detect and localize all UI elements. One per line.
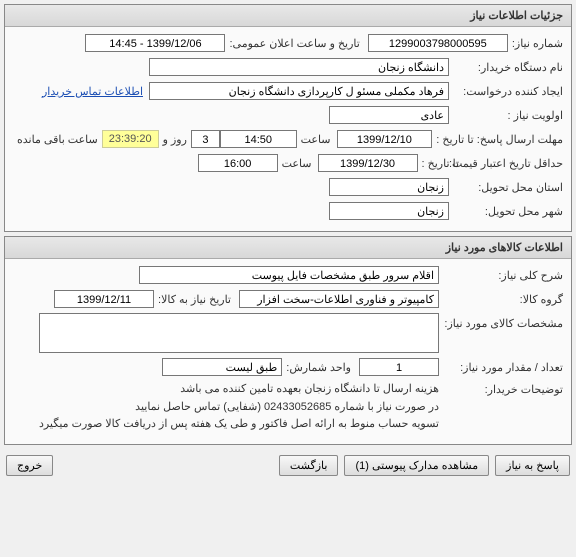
spec-label: مشخصات کالای مورد نیاز: xyxy=(443,313,563,330)
group-value: کامپیوتر و فناوری اطلاعات-سخت افزار xyxy=(239,290,439,308)
unit-value: طبق لیست xyxy=(162,358,282,376)
deadline-time: 14:50 xyxy=(220,130,297,148)
buyer-org-label: نام دستگاه خریدار: xyxy=(453,61,563,74)
group-label: گروه کالا: xyxy=(443,293,563,306)
panel2-title: اطلاعات کالاهای مورد نیاز xyxy=(5,237,571,259)
min-valid-sub: تا تاریخ : xyxy=(422,157,459,170)
state-value: زنجان xyxy=(329,178,449,196)
deadline-date: 1399/12/10 xyxy=(337,130,433,148)
min-valid-date: 1399/12/30 xyxy=(318,154,418,172)
requester-value: فرهاد مکملی مسئو ل کارپردازی دانشگاه زنج… xyxy=(149,82,449,100)
qty-label: تعداد / مقدار مورد نیاز: xyxy=(443,361,563,374)
days-value: 3 xyxy=(191,130,220,148)
priority-label: اولویت نیاز : xyxy=(453,109,563,122)
min-valid-time-label: ساعت xyxy=(282,157,312,170)
reply-button[interactable]: پاسخ به نیاز xyxy=(495,455,570,476)
announce-value: 1399/12/06 - 14:45 xyxy=(85,34,225,52)
requester-label: ایجاد کننده درخواست: xyxy=(453,85,563,98)
desc-value: اقلام سرور طبق مشخصات فایل پیوست xyxy=(139,266,439,284)
need-no-label: شماره نیاز: xyxy=(512,37,563,50)
contact-link[interactable]: اطلاعات تماس خریدار xyxy=(42,85,143,98)
min-valid-label: حداقل تاریخ اعتبار قیمت: xyxy=(463,157,563,170)
qty-value: 1 xyxy=(359,358,439,376)
countdown-timer: 23:39:20 xyxy=(102,130,159,148)
need-to-label: تاریخ نیاز به کالا: xyxy=(158,293,231,306)
notes-text: هزینه ارسال تا دانشگاه زنجان بعهده تامین… xyxy=(39,381,439,434)
notes-label: توضیحات خریدار: xyxy=(443,381,563,396)
deadline-time-label: ساعت xyxy=(301,133,331,146)
desc-label: شرح کلی نیاز: xyxy=(443,269,563,282)
need-to-value: 1399/12/11 xyxy=(54,290,154,308)
attachments-button[interactable]: مشاهده مدارک پیوستی (1) xyxy=(344,455,489,476)
buyer-org-value: دانشگاه زنجان xyxy=(149,58,449,76)
state-label: استان محل تحویل: xyxy=(453,181,563,194)
panel1-title: جزئیات اطلاعات نیاز xyxy=(5,5,571,27)
priority-value: عادی xyxy=(329,106,449,124)
deadline-label: مهلت ارسال پاسخ: تا تاریخ : xyxy=(436,133,563,146)
city-value: زنجان xyxy=(329,202,449,220)
city-label: شهر محل تحویل: xyxy=(453,205,563,218)
exit-button[interactable]: خروج xyxy=(6,455,53,476)
back-button[interactable]: بازگشت xyxy=(279,455,339,476)
need-no-value: 1299003798000595 xyxy=(368,34,508,52)
need-details-panel: جزئیات اطلاعات نیاز شماره نیاز: 12990037… xyxy=(4,4,572,232)
announce-label: تاریخ و ساعت اعلان عمومی: xyxy=(229,37,359,50)
remain-label: ساعت باقی مانده xyxy=(17,133,98,146)
spec-textarea[interactable] xyxy=(39,313,439,353)
goods-info-panel: اطلاعات کالاهای مورد نیاز شرح کلی نیاز: … xyxy=(4,236,572,445)
unit-label: واحد شمارش: xyxy=(286,361,351,374)
min-valid-time: 16:00 xyxy=(198,154,278,172)
days-label: روز و xyxy=(163,133,187,146)
button-row: پاسخ به نیاز مشاهده مدارک پیوستی (1) باز… xyxy=(0,449,576,482)
